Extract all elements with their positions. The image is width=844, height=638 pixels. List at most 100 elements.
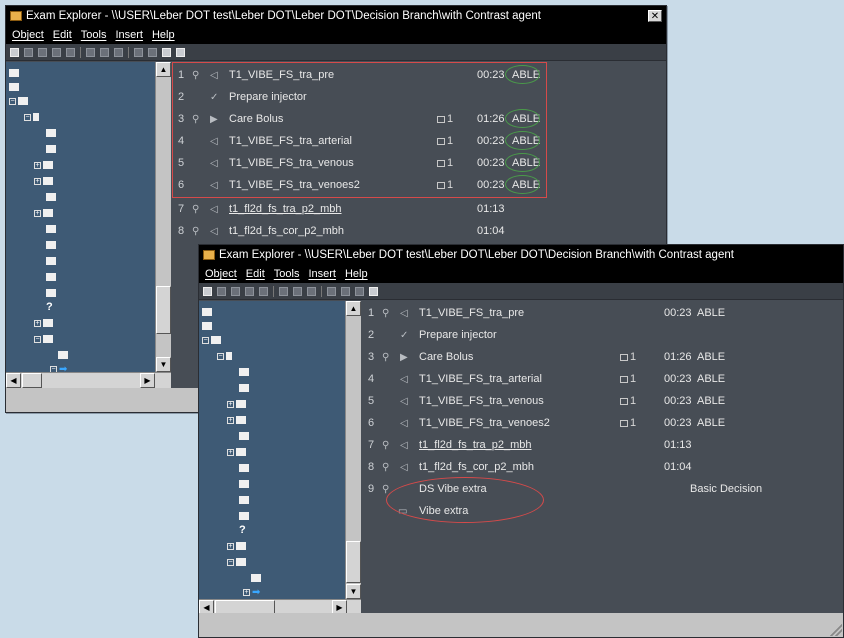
tree-node[interactable]: + bbox=[227, 447, 246, 457]
tree-node[interactable] bbox=[46, 224, 56, 234]
tree-node[interactable]: + bbox=[34, 176, 53, 186]
list-row[interactable]: 6 ◁ T1_VIBE_FS_tra_venoes2 1 00:23 ABLE bbox=[172, 174, 666, 196]
tree-node[interactable]: ? bbox=[46, 301, 53, 313]
tree-node[interactable] bbox=[202, 307, 212, 317]
toolbar-copy-icon[interactable] bbox=[231, 286, 240, 296]
menu-insert[interactable]: Insert bbox=[115, 29, 143, 41]
expand-icon[interactable]: + bbox=[34, 177, 41, 185]
expand-icon[interactable]: + bbox=[34, 319, 41, 327]
scroll-thumb[interactable] bbox=[22, 373, 42, 388]
tree-node[interactable]: + bbox=[227, 415, 246, 425]
menu-help[interactable]: Help bbox=[152, 29, 175, 41]
toolbar-edit-icon[interactable] bbox=[114, 47, 123, 57]
menu-tools[interactable]: Tools bbox=[81, 29, 107, 41]
tree-node[interactable]: + bbox=[227, 399, 246, 409]
tree-node[interactable] bbox=[46, 272, 56, 282]
list-row[interactable]: 4 ◁ T1_VIBE_FS_tra_arterial 1 00:23 ABLE bbox=[362, 368, 843, 390]
tree-node[interactable] bbox=[202, 321, 212, 331]
expand-icon[interactable]: + bbox=[227, 416, 234, 424]
tree-node[interactable]: − bbox=[227, 557, 246, 567]
tree-node[interactable] bbox=[46, 128, 56, 138]
toolbar-print-icon[interactable] bbox=[176, 47, 185, 57]
list-row[interactable]: 7 ⚲ ◁ t1_fl2d_fs_tra_p2_mbh 01:13 bbox=[172, 198, 666, 220]
toolbar-cut-icon[interactable] bbox=[217, 286, 226, 296]
scroll-down-icon[interactable]: ▼ bbox=[346, 584, 361, 599]
scroll-left-icon[interactable]: ◀ bbox=[6, 373, 21, 388]
tree-node[interactable] bbox=[239, 495, 249, 505]
toolbar-branch-icon[interactable] bbox=[134, 47, 143, 57]
tree-node[interactable] bbox=[46, 192, 56, 202]
tree-node[interactable] bbox=[46, 240, 56, 250]
tree-node[interactable]: + bbox=[227, 541, 246, 551]
list-row[interactable]: 5 ◁ T1_VIBE_FS_tra_venous 1 00:23 ABLE bbox=[362, 390, 843, 412]
menu-insert[interactable]: Insert bbox=[308, 268, 336, 280]
tree-node[interactable] bbox=[239, 367, 249, 377]
list-row[interactable]: 1 ⚲ ◁ T1_VIBE_FS_tra_pre 00:23 ABLE bbox=[362, 302, 843, 324]
toolbar-print-icon[interactable] bbox=[369, 286, 378, 296]
tree-node[interactable]: + ➡ bbox=[243, 587, 260, 598]
toolbar-down-icon[interactable] bbox=[293, 286, 302, 296]
tree-horizontal-scrollbar[interactable]: ◀ ▶ bbox=[6, 372, 171, 388]
tree-node[interactable] bbox=[239, 383, 249, 393]
tree-node[interactable] bbox=[58, 350, 68, 360]
list-row[interactable]: 3 ⚲ ▶ Care Bolus 1 01:26 ABLE bbox=[172, 108, 666, 130]
expand-icon[interactable]: + bbox=[227, 448, 234, 456]
expand-icon[interactable]: − bbox=[34, 335, 41, 343]
menu-object[interactable]: Object bbox=[205, 268, 237, 280]
list-row[interactable]: 2 ✓ Prepare injector bbox=[362, 324, 843, 346]
tree-node[interactable]: + bbox=[34, 318, 53, 328]
list-row[interactable]: 2 ✓ Prepare injector bbox=[172, 86, 666, 108]
list-row[interactable]: 8 ⚲ ◁ t1_fl2d_fs_cor_p2_mbh 01:04 bbox=[172, 220, 666, 242]
toolbar-open-icon[interactable] bbox=[10, 47, 19, 57]
expand-icon[interactable]: − bbox=[227, 558, 234, 566]
list-row[interactable]: 5 ◁ T1_VIBE_FS_tra_venous 1 00:23 ABLE bbox=[172, 152, 666, 174]
resize-grip-icon[interactable] bbox=[830, 624, 842, 636]
toolbar-save-icon[interactable] bbox=[162, 47, 171, 57]
scroll-thumb[interactable] bbox=[156, 286, 171, 334]
menu-help[interactable]: Help bbox=[345, 268, 368, 280]
toolbar-cut-icon[interactable] bbox=[24, 47, 33, 57]
toolbar-down-icon[interactable] bbox=[100, 47, 109, 57]
expand-icon[interactable]: − bbox=[9, 97, 16, 105]
expand-icon[interactable]: − bbox=[217, 352, 224, 360]
menu-edit[interactable]: Edit bbox=[246, 268, 265, 280]
scroll-thumb[interactable] bbox=[346, 541, 361, 583]
expand-icon[interactable]: + bbox=[227, 542, 234, 550]
toolbar-paste-icon[interactable] bbox=[52, 47, 61, 57]
tree-node[interactable]: + bbox=[34, 208, 53, 218]
tree-node[interactable] bbox=[46, 288, 56, 298]
toolbar-save-icon[interactable] bbox=[355, 286, 364, 296]
title-bar[interactable]: Exam Explorer - \\USER\Leber DOT test\Le… bbox=[6, 6, 666, 26]
list-row[interactable]: 3 ⚲ ▶ Care Bolus 1 01:26 ABLE bbox=[362, 346, 843, 368]
expand-icon[interactable]: + bbox=[227, 400, 234, 408]
menu-tools[interactable]: Tools bbox=[274, 268, 300, 280]
tree-node[interactable] bbox=[46, 256, 56, 266]
toolbar-copy-icon[interactable] bbox=[38, 47, 47, 57]
tree-vertical-scrollbar[interactable]: ▲ ▼ bbox=[155, 62, 171, 372]
toolbar-edit-icon[interactable] bbox=[307, 286, 316, 296]
tree-node[interactable] bbox=[239, 431, 249, 441]
scroll-up-icon[interactable]: ▲ bbox=[156, 62, 171, 77]
list-row[interactable]: 6 ◁ T1_VIBE_FS_tra_venoes2 1 00:23 ABLE bbox=[362, 412, 843, 434]
list-row[interactable]: ▭ Vibe extra bbox=[362, 500, 843, 522]
scroll-down-icon[interactable]: ▼ bbox=[156, 357, 171, 372]
close-button[interactable]: ✕ bbox=[648, 10, 662, 22]
list-row[interactable]: 4 ◁ T1_VIBE_FS_tra_arterial 1 00:23 ABLE bbox=[172, 130, 666, 152]
menu-edit[interactable]: Edit bbox=[53, 29, 72, 41]
scroll-up-icon[interactable]: ▲ bbox=[346, 301, 361, 316]
list-row[interactable]: 8 ⚲ ◁ t1_fl2d_fs_cor_p2_mbh 01:04 bbox=[362, 456, 843, 478]
tree-node[interactable]: − bbox=[9, 96, 28, 106]
title-bar[interactable]: Exam Explorer - \\USER\Leber DOT test\Le… bbox=[199, 245, 843, 265]
tree-node[interactable] bbox=[9, 82, 19, 92]
tree-vertical-scrollbar[interactable]: ▲ ▼ bbox=[345, 301, 361, 599]
toolbar-up-icon[interactable] bbox=[86, 47, 95, 57]
list-row[interactable]: 1 ⚲ ◁ T1_VIBE_FS_tra_pre 00:23 ABLE bbox=[172, 64, 666, 86]
tree-node[interactable]: − bbox=[202, 335, 221, 345]
scroll-right-icon[interactable]: ▶ bbox=[140, 373, 155, 388]
expand-icon[interactable]: − bbox=[24, 113, 31, 121]
toolbar-filter-icon[interactable] bbox=[341, 286, 350, 296]
list-row[interactable]: 7 ⚲ ◁ t1_fl2d_fs_tra_p2_mbh 01:13 bbox=[362, 434, 843, 456]
tree-node[interactable] bbox=[251, 573, 261, 583]
tree-node[interactable]: ? bbox=[239, 524, 246, 536]
menu-object[interactable]: Object bbox=[12, 29, 44, 41]
